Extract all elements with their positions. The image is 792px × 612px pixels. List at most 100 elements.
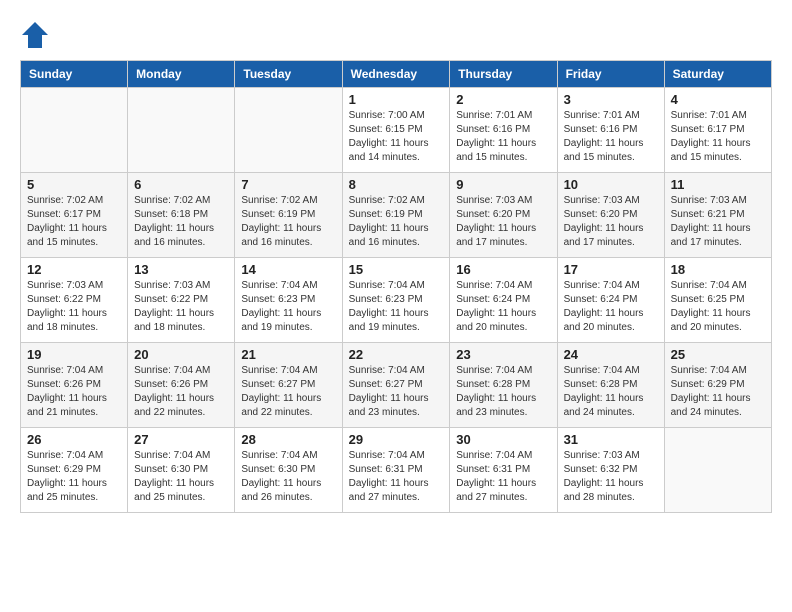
- calendar-cell: [235, 88, 342, 173]
- day-number: 4: [671, 92, 765, 107]
- day-info: Sunrise: 7:04 AM Sunset: 6:31 PM Dayligh…: [456, 449, 550, 505]
- day-info: Sunrise: 7:04 AM Sunset: 6:25 PM Dayligh…: [671, 279, 765, 335]
- calendar-cell: 11Sunrise: 7:03 AM Sunset: 6:21 PM Dayli…: [664, 173, 771, 258]
- logo: [20, 20, 54, 50]
- day-info: Sunrise: 7:00 AM Sunset: 6:15 PM Dayligh…: [349, 109, 444, 165]
- calendar-cell: 10 Sunrise: 7:03 AM Sunset: 6:20 PM Dayli…: [557, 173, 664, 258]
- calendar-cell: 27 Sunrise: 7:04 AM Sunset: 6:30 PM Dayli…: [128, 428, 235, 513]
- day-info: Sunrise: 7:02 AM Sunset: 6:19 PM Dayligh…: [349, 194, 444, 250]
- day-info: Sunrise: 7:04 AM Sunset: 6:30 PM Dayligh…: [134, 449, 228, 505]
- day-info: Sunrise: 7:02 AM Sunset: 6:17 PM Dayligh…: [27, 194, 121, 250]
- calendar-cell: 31 Sunrise: 7:03 AM Sunset: 6:32 PM Dayli…: [557, 428, 664, 513]
- calendar-cell: 19 Sunrise: 7:04 AM Sunset: 6:26 PM Dayli…: [21, 343, 128, 428]
- calendar-cell: 16 Sunrise: 7:04 AM Sunset: 6:24 PM Dayli…: [450, 258, 557, 343]
- day-info: Sunrise: 7:04 AM Sunset: 6:29 PM Dayligh…: [671, 364, 765, 420]
- calendar-cell: 15 Sunrise: 7:04 AM Sunset: 6:23 PM Dayli…: [342, 258, 450, 343]
- calendar-header-row: SundayMondayTuesdayWednesdayThursdayFrid…: [21, 61, 772, 88]
- calendar-cell: 12Sunrise: 7:03 AM Sunset: 6:22 PM Dayli…: [21, 258, 128, 343]
- day-number: 11: [671, 177, 765, 192]
- day-number: 29: [349, 432, 444, 447]
- day-number: 26: [27, 432, 121, 447]
- day-number: 2: [456, 92, 550, 107]
- day-info: Sunrise: 7:04 AM Sunset: 6:24 PM Dayligh…: [456, 279, 550, 335]
- day-number: 16: [456, 262, 550, 277]
- calendar-cell: 5 Sunrise: 7:02 AM Sunset: 6:17 PM Daylig…: [21, 173, 128, 258]
- day-info: Sunrise: 7:03 AM Sunset: 6:20 PM Dayligh…: [456, 194, 550, 250]
- calendar-cell: 30 Sunrise: 7:04 AM Sunset: 6:31 PM Dayli…: [450, 428, 557, 513]
- weekday-header: Wednesday: [342, 61, 450, 88]
- day-number: 12: [27, 262, 121, 277]
- calendar-cell: 24 Sunrise: 7:04 AM Sunset: 6:28 PM Dayli…: [557, 343, 664, 428]
- weekday-header: Friday: [557, 61, 664, 88]
- day-info: Sunrise: 7:04 AM Sunset: 6:23 PM Dayligh…: [241, 279, 335, 335]
- day-number: 25: [671, 347, 765, 362]
- day-number: 14: [241, 262, 335, 277]
- calendar-cell: 13 Sunrise: 7:03 AM Sunset: 6:22 PM Dayli…: [128, 258, 235, 343]
- calendar-cell: 28Sunrise: 7:04 AM Sunset: 6:30 PM Dayli…: [235, 428, 342, 513]
- day-info: Sunrise: 7:03 AM Sunset: 6:22 PM Dayligh…: [134, 279, 228, 335]
- weekday-header: Saturday: [664, 61, 771, 88]
- day-number: 30: [456, 432, 550, 447]
- calendar-cell: [21, 88, 128, 173]
- calendar-cell: 8 Sunrise: 7:02 AM Sunset: 6:19 PM Daylig…: [342, 173, 450, 258]
- day-number: 15: [349, 262, 444, 277]
- day-number: 10: [564, 177, 658, 192]
- day-number: 28: [241, 432, 335, 447]
- day-info: Sunrise: 7:04 AM Sunset: 6:27 PM Dayligh…: [241, 364, 335, 420]
- calendar-cell: 20 Sunrise: 7:04 AM Sunset: 6:26 PM Dayli…: [128, 343, 235, 428]
- day-number: 19: [27, 347, 121, 362]
- calendar-cell: 9 Sunrise: 7:03 AM Sunset: 6:20 PM Daylig…: [450, 173, 557, 258]
- day-info: Sunrise: 7:04 AM Sunset: 6:26 PM Dayligh…: [27, 364, 121, 420]
- calendar-cell: 4 Sunrise: 7:01 AM Sunset: 6:17 PM Daylig…: [664, 88, 771, 173]
- calendar-cell: 17 Sunrise: 7:04 AM Sunset: 6:24 PM Dayli…: [557, 258, 664, 343]
- day-number: 1: [349, 92, 444, 107]
- day-info: Sunrise: 7:04 AM Sunset: 6:28 PM Dayligh…: [564, 364, 658, 420]
- day-number: 13: [134, 262, 228, 277]
- day-info: Sunrise: 7:04 AM Sunset: 6:23 PM Dayligh…: [349, 279, 444, 335]
- day-info: Sunrise: 7:03 AM Sunset: 6:32 PM Dayligh…: [564, 449, 658, 505]
- calendar-week-row: 12 Sunrise: 7:03 AM Sunset: 6:22 PM Dayli…: [21, 258, 772, 343]
- day-info: Sunrise: 7:03 AM Sunset: 6:20 PM Dayligh…: [564, 194, 658, 250]
- calendar-cell: 22 Sunrise: 7:04 AM Sunset: 6:27 PM Dayli…: [342, 343, 450, 428]
- day-info: Sunrise: 7:01 AM Sunset: 6:16 PM Dayligh…: [456, 109, 550, 165]
- day-info: Sunrise: 7:04 AM Sunset: 6:28 PM Dayligh…: [456, 364, 550, 420]
- calendar-cell: 26Sunrise: 7:04 AM Sunset: 6:29 PM Dayli…: [21, 428, 128, 513]
- day-number: 8: [349, 177, 444, 192]
- day-number: 24: [564, 347, 658, 362]
- calendar-week-row: 1 Sunrise: 7:00 AM Sunset: 6:15 PM Daylig…: [21, 88, 772, 173]
- day-number: 23: [456, 347, 550, 362]
- day-number: 3: [564, 92, 658, 107]
- calendar-week-row: 5 Sunrise: 7:02 AM Sunset: 6:17 PM Daylig…: [21, 173, 772, 258]
- calendar-cell: 23 Sunrise: 7:04 AM Sunset: 6:28 PM Dayli…: [450, 343, 557, 428]
- day-info: Sunrise: 7:04 AM Sunset: 6:26 PM Dayligh…: [134, 364, 228, 420]
- day-number: 31: [564, 432, 658, 447]
- calendar-cell: 1 Sunrise: 7:00 AM Sunset: 6:15 PM Daylig…: [342, 88, 450, 173]
- day-number: 22: [349, 347, 444, 362]
- calendar-cell: [664, 428, 771, 513]
- day-info: Sunrise: 7:04 AM Sunset: 6:31 PM Dayligh…: [349, 449, 444, 505]
- calendar-cell: 3Sunrise: 7:01 AM Sunset: 6:16 PM Daylig…: [557, 88, 664, 173]
- day-info: Sunrise: 7:01 AM Sunset: 6:17 PM Dayligh…: [671, 109, 765, 165]
- calendar-week-row: 26Sunrise: 7:04 AM Sunset: 6:29 PM Dayli…: [21, 428, 772, 513]
- calendar-cell: 2 Sunrise: 7:01 AM Sunset: 6:16 PM Daylig…: [450, 88, 557, 173]
- weekday-header: Sunday: [21, 61, 128, 88]
- day-number: 20: [134, 347, 228, 362]
- weekday-header: Tuesday: [235, 61, 342, 88]
- day-number: 6: [134, 177, 228, 192]
- day-number: 7: [241, 177, 335, 192]
- calendar-cell: 14 Sunrise: 7:04 AM Sunset: 6:23 PM Dayli…: [235, 258, 342, 343]
- day-info: Sunrise: 7:04 AM Sunset: 6:24 PM Dayligh…: [564, 279, 658, 335]
- weekday-header: Thursday: [450, 61, 557, 88]
- page-header: [20, 20, 772, 50]
- weekday-header: Monday: [128, 61, 235, 88]
- calendar-cell: 29 Sunrise: 7:04 AM Sunset: 6:31 PM Dayli…: [342, 428, 450, 513]
- day-number: 9: [456, 177, 550, 192]
- day-number: 17: [564, 262, 658, 277]
- day-number: 5: [27, 177, 121, 192]
- day-number: 27: [134, 432, 228, 447]
- calendar-cell: 21Sunrise: 7:04 AM Sunset: 6:27 PM Dayli…: [235, 343, 342, 428]
- calendar-cell: 7Sunrise: 7:02 AM Sunset: 6:19 PM Daylig…: [235, 173, 342, 258]
- day-info: Sunrise: 7:04 AM Sunset: 6:27 PM Dayligh…: [349, 364, 444, 420]
- logo-icon: [20, 20, 50, 50]
- calendar-cell: 25 Sunrise: 7:04 AM Sunset: 6:29 PM Dayli…: [664, 343, 771, 428]
